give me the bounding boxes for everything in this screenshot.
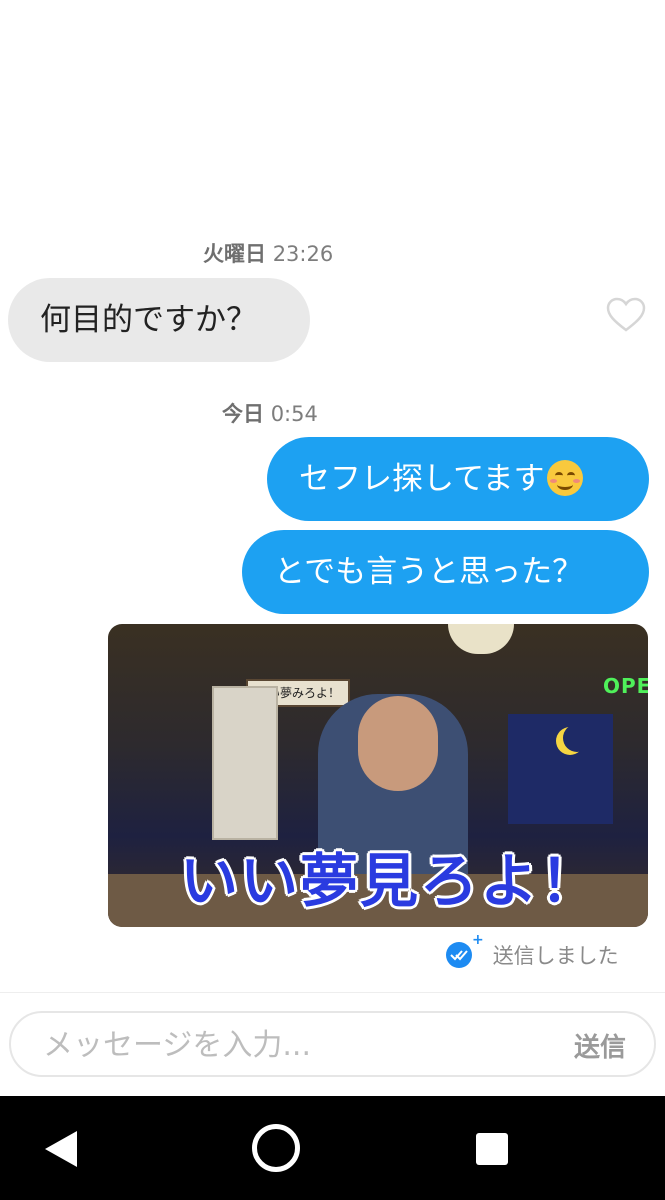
sent-check-icon: + (446, 932, 484, 968)
outgoing-message-bubble[interactable]: セフレ探してます (267, 437, 649, 521)
moon-icon (563, 724, 591, 752)
android-nav-bar (0, 1096, 665, 1200)
incoming-message-bubble[interactable]: 何目的ですか？ (8, 278, 310, 362)
gif-message[interactable]: いい夢みろよ！ OPEN いい夢見ろよ！ (108, 624, 648, 927)
chat-thread: 火曜日 23:26 何目的ですか？ 今日 0:54 セフレ探してます とでも言う… (0, 0, 665, 990)
message-input[interactable] (41, 1021, 515, 1069)
back-icon[interactable] (43, 1129, 79, 1169)
incoming-day: 火曜日 (203, 242, 266, 266)
incoming-message-text: 何目的ですか？ (40, 302, 257, 338)
home-icon[interactable] (252, 1124, 300, 1172)
recent-apps-icon[interactable] (476, 1133, 508, 1165)
outgoing-day: 今日 (222, 402, 264, 426)
gif-caption: いい夢見ろよ！ (180, 847, 601, 915)
composer-bar: 送信 (0, 992, 665, 1097)
night-window (508, 714, 613, 824)
smiling-face-emoji-icon (546, 459, 583, 496)
outgoing-message-bubble[interactable]: とでも言うと思った？ (242, 530, 649, 614)
open-neon-sign: OPEN (603, 674, 648, 698)
cabinet (212, 686, 278, 840)
person-face (358, 696, 438, 791)
composer-field: 送信 (9, 1011, 656, 1077)
incoming-time: 23:26 (272, 242, 334, 266)
send-button[interactable]: 送信 (574, 1027, 626, 1064)
outgoing-message-text: とでも言うと思った？ (274, 554, 584, 590)
ceiling-lamp (448, 624, 514, 654)
delivery-status-text: 送信しました (492, 944, 619, 968)
outgoing-message-text: セフレ探してます (299, 461, 545, 497)
outgoing-time: 0:54 (270, 402, 318, 426)
incoming-timestamp: 火曜日 23:26 (203, 238, 333, 268)
outgoing-timestamp: 今日 0:54 (222, 398, 318, 428)
like-heart-icon[interactable] (606, 297, 646, 333)
delivery-status: + 送信しました (446, 932, 619, 970)
